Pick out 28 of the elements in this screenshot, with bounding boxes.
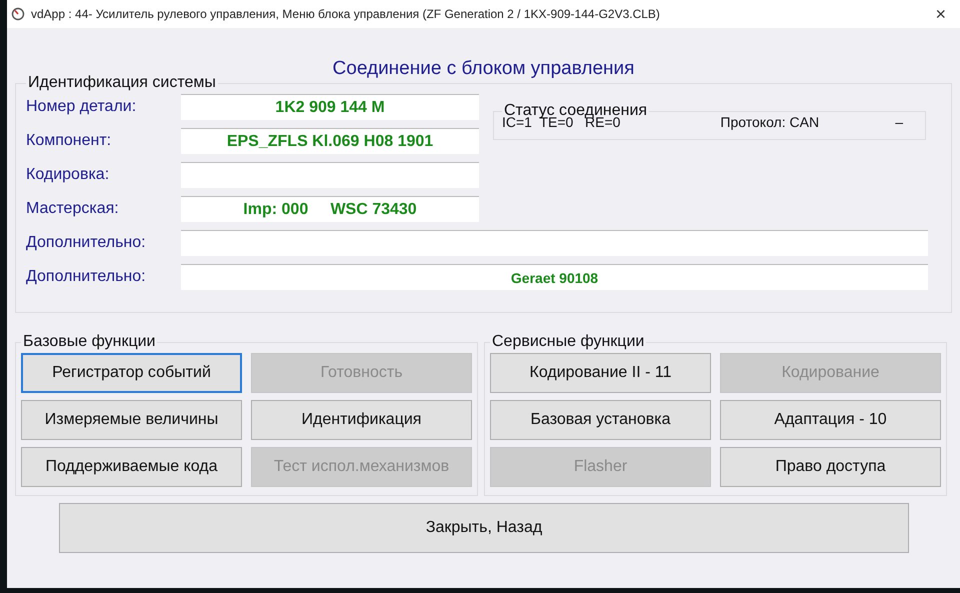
app-icon <box>11 7 25 21</box>
field-label: Дополнительно: <box>26 234 147 252</box>
value-field: 1K2 909 144 M <box>181 94 479 120</box>
group-title: Идентификация системы <box>27 74 217 92</box>
field-label: Компонент: <box>26 132 112 150</box>
group-title: Базовые функции <box>22 333 156 351</box>
value-field: Geraet 90108 <box>181 264 928 290</box>
field-label: Дополнительно: <box>26 268 147 286</box>
heading: Соединение с блоком управления <box>332 58 636 80</box>
function-button[interactable]: Измеряемые величины <box>21 400 242 440</box>
group-title: Сервисные функции <box>491 333 646 351</box>
field-label: Мастерская: <box>26 200 120 218</box>
function-button[interactable]: Кодирование II - 11 <box>490 353 711 393</box>
function-button[interactable]: Идентификация <box>251 400 472 440</box>
close-button[interactable]: × <box>927 4 954 24</box>
function-button[interactable]: Адаптация - 10 <box>720 400 941 440</box>
close-back-button[interactable]: Закрыть, Назад <box>59 503 909 553</box>
function-button[interactable]: Регистратор событий <box>21 353 242 393</box>
window-title: vdApp : 44- Усилитель рулевого управления, Меню блока управления (ZF Generation 2 / 1KX-909-144-G2V3.CLB) <box>31 7 661 21</box>
status-indicator: – <box>895 114 903 130</box>
value-field: Imp: 000 WSC 73430 <box>181 196 479 222</box>
field-label: Номер детали: <box>26 98 138 116</box>
value-field: EPS_ZFLS Kl.069 H08 1901 <box>181 128 479 154</box>
function-button[interactable]: Право доступа <box>720 447 941 487</box>
function-button[interactable]: Базовая установка <box>490 400 711 440</box>
function-button[interactable]: Поддерживаемые кода <box>21 447 242 487</box>
field-label: Кодировка: <box>26 166 110 184</box>
protocol-text: Протокол: CAN <box>720 114 820 130</box>
